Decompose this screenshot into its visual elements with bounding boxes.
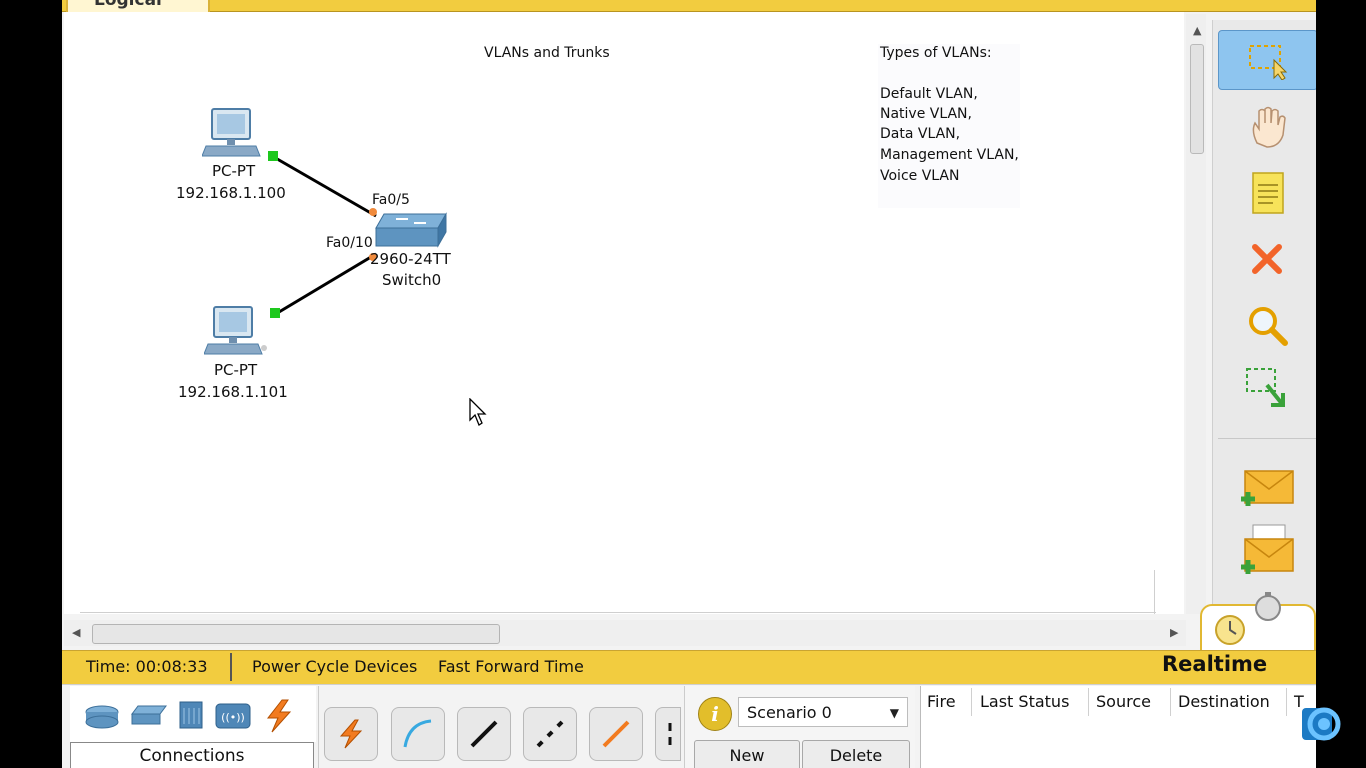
column-divider: [1170, 688, 1171, 716]
mode-label: Realtime: [1162, 652, 1268, 676]
auto-cable-button[interactable]: [324, 707, 378, 761]
auto-cable-icon: [339, 719, 363, 749]
scroll-right-icon[interactable]: ▶: [1170, 626, 1178, 639]
hub-icon[interactable]: [176, 700, 206, 732]
place-note-button[interactable]: [1218, 164, 1316, 222]
pc2-type-label: PC-PT: [214, 361, 258, 379]
pc1-icon[interactable]: [201, 106, 262, 162]
scenario-select-value: Scenario 0: [747, 703, 832, 722]
fast-forward-time-button[interactable]: Fast Forward Time: [438, 657, 584, 676]
power-cycle-devices-button[interactable]: Power Cycle Devices: [252, 657, 417, 676]
switch-name-label: Switch0: [382, 271, 442, 289]
horizontal-scroll-thumb[interactable]: [92, 624, 500, 644]
pdu-column-header[interactable]: Fire: [927, 692, 956, 711]
simulation-stopwatch-icon[interactable]: [1250, 588, 1286, 624]
router-icon[interactable]: [84, 702, 120, 732]
column-divider: [971, 688, 972, 716]
new-scenario-button[interactable]: New: [694, 740, 800, 768]
mouse-cursor-icon: [469, 398, 487, 426]
port-label-fa0-10: Fa0/10: [326, 235, 373, 251]
select-icon: [1249, 45, 1288, 80]
link-status-up-icon: [270, 308, 280, 318]
realtime-clock-icon: [1215, 615, 1245, 645]
scroll-left-icon[interactable]: ◀: [72, 626, 80, 639]
note-icon: [1252, 172, 1284, 214]
add-simple-pdu-button[interactable]: [1218, 460, 1316, 518]
console-cable-button[interactable]: [391, 707, 445, 761]
tab-logical-label: Logical: [94, 0, 162, 10]
canvas-bottom-divider: [80, 612, 1156, 613]
crossover-cable-icon: [536, 720, 564, 748]
select-tool-button[interactable]: [1218, 30, 1316, 90]
pdu-column-header[interactable]: Destination: [1178, 692, 1270, 711]
delete-scenario-button[interactable]: Delete: [802, 740, 910, 768]
port-label-fa0-5: Fa0/5: [372, 192, 410, 208]
pc1-type-label: PC-PT: [212, 162, 256, 180]
link-pc2-switch: [273, 252, 377, 317]
packet-tracer-window: Logical VLANs and Trunks Types of VLANs:…: [62, 0, 1316, 768]
fiber-cable-button[interactable]: [589, 707, 643, 761]
svg-text:((•)): ((•)): [221, 711, 245, 724]
channel-logo-icon: [1302, 707, 1341, 741]
move-layout-button[interactable]: [1218, 98, 1316, 156]
device-categories: ((•)): [70, 686, 316, 742]
panel-divider: [318, 686, 319, 768]
column-divider: [1088, 688, 1089, 716]
chevron-down-icon: ▼: [889, 706, 899, 720]
scenario-select[interactable]: Scenario 0 ▼: [738, 697, 908, 727]
straight-through-cable-icon: [470, 720, 498, 748]
pc1-ip-label: 192.168.1.100: [176, 184, 286, 202]
logical-canvas[interactable]: VLANs and Trunks Types of VLANs: Default…: [64, 12, 1184, 614]
scroll-up-icon[interactable]: ▲: [1193, 24, 1201, 37]
wireless-icon[interactable]: ((•)): [214, 700, 252, 732]
add-simple-pdu-icon: [1241, 470, 1294, 506]
column-divider: [1286, 688, 1287, 716]
connections-category-label: Connections: [70, 742, 314, 768]
console-cable-icon: [403, 719, 432, 748]
move-layout-icon: [1252, 106, 1286, 148]
status-bar: [62, 650, 1316, 684]
resize-shape-button[interactable]: [1218, 360, 1316, 418]
switch-model-label: 2960-24TT: [370, 250, 451, 268]
vertical-scroll-thumb[interactable]: [1190, 44, 1204, 154]
add-complex-pdu-icon: [1241, 524, 1294, 574]
elapsed-time: Time: 00:08:33: [86, 657, 208, 676]
pc2-icon[interactable]: [203, 304, 268, 362]
status-separator: [230, 653, 232, 681]
inspect-icon: [1249, 307, 1288, 346]
toolbar-divider: [1218, 438, 1316, 439]
resize-shape-icon: [1246, 368, 1285, 407]
delete-icon: [1252, 244, 1282, 274]
link-status-up-icon: [268, 151, 278, 161]
pdu-column-header[interactable]: Source: [1096, 692, 1151, 711]
add-complex-pdu-button[interactable]: [1218, 522, 1316, 580]
pdu-column-header[interactable]: Last Status: [980, 692, 1069, 711]
switch-icon[interactable]: [374, 210, 450, 250]
delete-button[interactable]: [1218, 230, 1316, 288]
straight-through-cable-button[interactable]: [457, 707, 511, 761]
switch-icon[interactable]: [130, 704, 168, 728]
inspect-button[interactable]: [1218, 296, 1316, 354]
info-icon[interactable]: i: [698, 697, 732, 731]
link-pc1-switch: [271, 154, 377, 218]
connections-icon[interactable]: [260, 698, 298, 734]
fiber-cable-icon: [602, 720, 630, 748]
crossover-cable-button[interactable]: [523, 707, 577, 761]
top-toolbar-strip: [62, 0, 1316, 12]
phone-cable-button[interactable]: [655, 707, 681, 761]
canvas-edge-divider: [1154, 570, 1155, 614]
phone-cable-icon: [668, 723, 672, 745]
pc2-ip-label: 192.168.1.101: [178, 383, 288, 401]
